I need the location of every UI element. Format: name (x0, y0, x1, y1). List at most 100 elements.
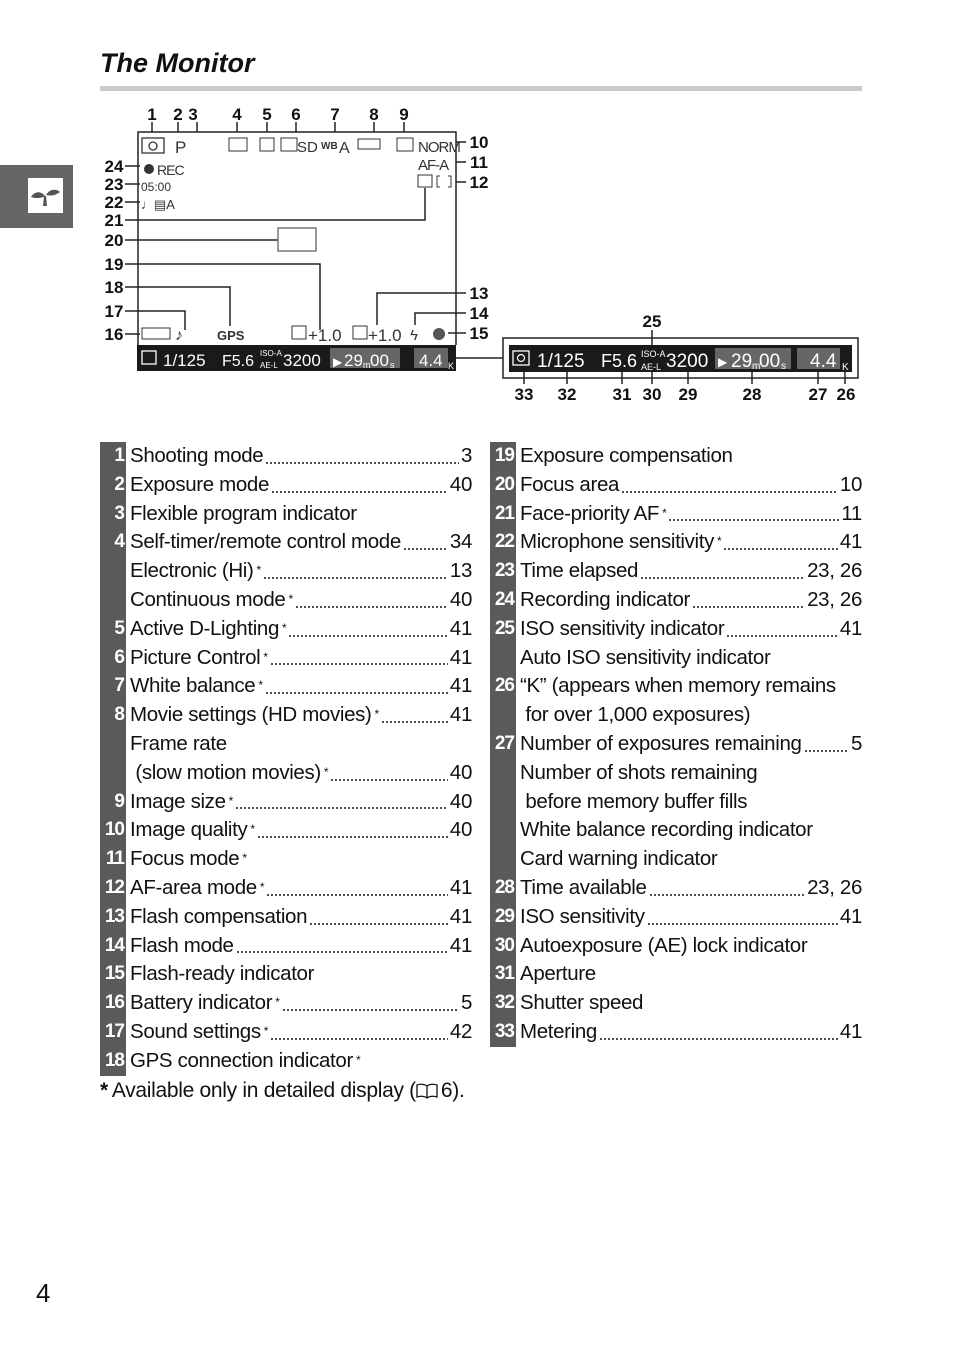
item-label: Flash compensation (130, 904, 308, 928)
page-reference[interactable]: 41 (450, 672, 472, 701)
image-size-icon (396, 137, 414, 152)
svg-text:P: P (175, 138, 186, 157)
legend-line: GPS connection indicator * (130, 1047, 472, 1076)
page-reference[interactable]: 41 (450, 644, 472, 673)
legend-line: Exposure compensation (520, 442, 862, 471)
dot-leader (691, 605, 806, 608)
legend-line: before memory buffer fills (520, 788, 862, 817)
image-quality: NORM (418, 139, 460, 156)
item-label: Self-timer/remote control mode (130, 530, 401, 554)
callout-7: 7 (330, 105, 339, 124)
item-label: Time elapsed (520, 559, 639, 583)
dot-leader (294, 605, 448, 608)
page-reference[interactable]: 11 (841, 500, 862, 529)
legend-item: 20 Focus area 10 (490, 470, 862, 500)
item-label: White balance recording indicator (520, 818, 813, 842)
page-reference[interactable]: 40 (450, 816, 472, 845)
callout-20: 20 (105, 231, 124, 250)
dot-leader (288, 634, 448, 637)
legend-line: Image quality * 40 (130, 816, 472, 845)
dot-leader (309, 922, 448, 925)
page-reference[interactable]: 41 (840, 903, 862, 932)
legend-line: Auto ISO sensitivity indicator (520, 644, 862, 673)
iso-auto-label-enlarged: ISO-A (641, 349, 666, 359)
dot-leader (235, 951, 448, 954)
dot-leader (646, 922, 838, 925)
legend-line: Number of shots remaining (520, 759, 862, 788)
page-reference[interactable]: 40 (450, 471, 472, 500)
legend-item: 21 Face-priority AF * 11 (490, 499, 862, 529)
footnote-page[interactable]: 6 (441, 1079, 453, 1103)
item-label: Image size (130, 789, 226, 813)
item-number-badge: 9 (100, 787, 126, 817)
item-number-badge: 26 (490, 672, 516, 730)
aperture-enlarged: F5.6 (601, 351, 637, 371)
page-reference[interactable]: 40 (450, 788, 472, 817)
legend-line: White balance * 41 (130, 672, 472, 701)
footnote-star: * (100, 1079, 108, 1102)
legend-item: 33 Metering 41 (490, 1017, 862, 1047)
callout-33: 33 (515, 385, 534, 404)
page-reference[interactable]: 42 (450, 1018, 472, 1047)
page-reference[interactable]: 5 (461, 989, 472, 1018)
page-reference[interactable]: 40 (450, 586, 472, 615)
dot-leader (256, 836, 448, 839)
aperture: F5.6 (222, 353, 254, 370)
page-reference[interactable]: 41 (450, 932, 472, 961)
legend-line: Sound settings * 42 (130, 1018, 472, 1047)
exp-comp-icon (291, 325, 307, 340)
legend-line: Focus area 10 (520, 471, 862, 500)
page-reference[interactable]: 5 (851, 730, 862, 759)
page-reference[interactable]: 34 (450, 528, 472, 557)
legend-item: 26 “K” (appears when memory remains for o… (490, 672, 862, 730)
gps-indicator: GPS (217, 328, 245, 343)
legend-item: 10 Image quality * 40 (100, 816, 472, 846)
callout-2: 2 (173, 105, 182, 124)
legend-item: 5 Active D-Lighting * 41 (100, 614, 472, 644)
legend-left-column: 1 Shooting mode 3 2 Exposure mode 40 3 Flexible… (100, 442, 472, 1076)
movie-icon-enlarged: ▶ (718, 355, 728, 369)
movie-icon: ▶ (333, 355, 343, 369)
page-reference[interactable]: 13 (450, 557, 472, 586)
item-label: (slow motion movies) (130, 760, 321, 784)
callout-14: 14 (470, 304, 489, 323)
page-reference[interactable]: 41 (450, 615, 472, 644)
legend-item: 6 Picture Control * 41 (100, 643, 472, 673)
page-reference[interactable]: 41 (840, 615, 862, 644)
item-number-badge: 11 (100, 845, 126, 874)
item-number-badge: 31 (490, 960, 516, 990)
page-reference[interactable]: 3 (461, 442, 472, 471)
footnote: * Available only in detailed display ( 6… (100, 1079, 465, 1103)
page-reference[interactable]: 41 (450, 874, 472, 903)
legend-item: 23 Time elapsed 23, 26 (490, 557, 862, 586)
legend-item: 16 Battery indicator * 5 (100, 989, 472, 1018)
item-label: Image quality (130, 818, 248, 842)
legend-line: Metering 41 (520, 1018, 862, 1047)
release-mode-icon (228, 137, 248, 152)
page-reference[interactable]: 10 (840, 471, 862, 500)
callout-15: 15 (470, 324, 489, 343)
movie-settings-icon (357, 138, 381, 150)
item-label: White balance (130, 674, 256, 698)
flash-ready-icon (433, 328, 445, 340)
time-sec-enlarged: 00 (759, 351, 780, 372)
item-label: Battery indicator (130, 991, 273, 1015)
item-label: Flexible program indicator (130, 501, 357, 525)
legend-line: Battery indicator * 5 (130, 989, 472, 1018)
callout-23: 23 (105, 175, 124, 194)
page-reference[interactable]: 23, 26 (807, 874, 862, 903)
dot-leader (648, 893, 806, 896)
callout-30: 30 (643, 385, 662, 404)
page-reference[interactable]: 23, 26 (807, 586, 862, 615)
dot-leader (264, 692, 448, 695)
item-number-badge: 14 (100, 931, 126, 961)
page-reference[interactable]: 41 (450, 903, 472, 932)
page-reference[interactable]: 41 (840, 1018, 862, 1047)
item-label: Metering (520, 1019, 597, 1043)
callout-27: 27 (809, 385, 828, 404)
page-reference[interactable]: 41 (450, 701, 472, 730)
item-label: Aperture (520, 962, 596, 986)
page-reference[interactable]: 41 (840, 528, 862, 557)
page-reference[interactable]: 40 (450, 759, 472, 788)
page-reference[interactable]: 23, 26 (807, 557, 862, 586)
